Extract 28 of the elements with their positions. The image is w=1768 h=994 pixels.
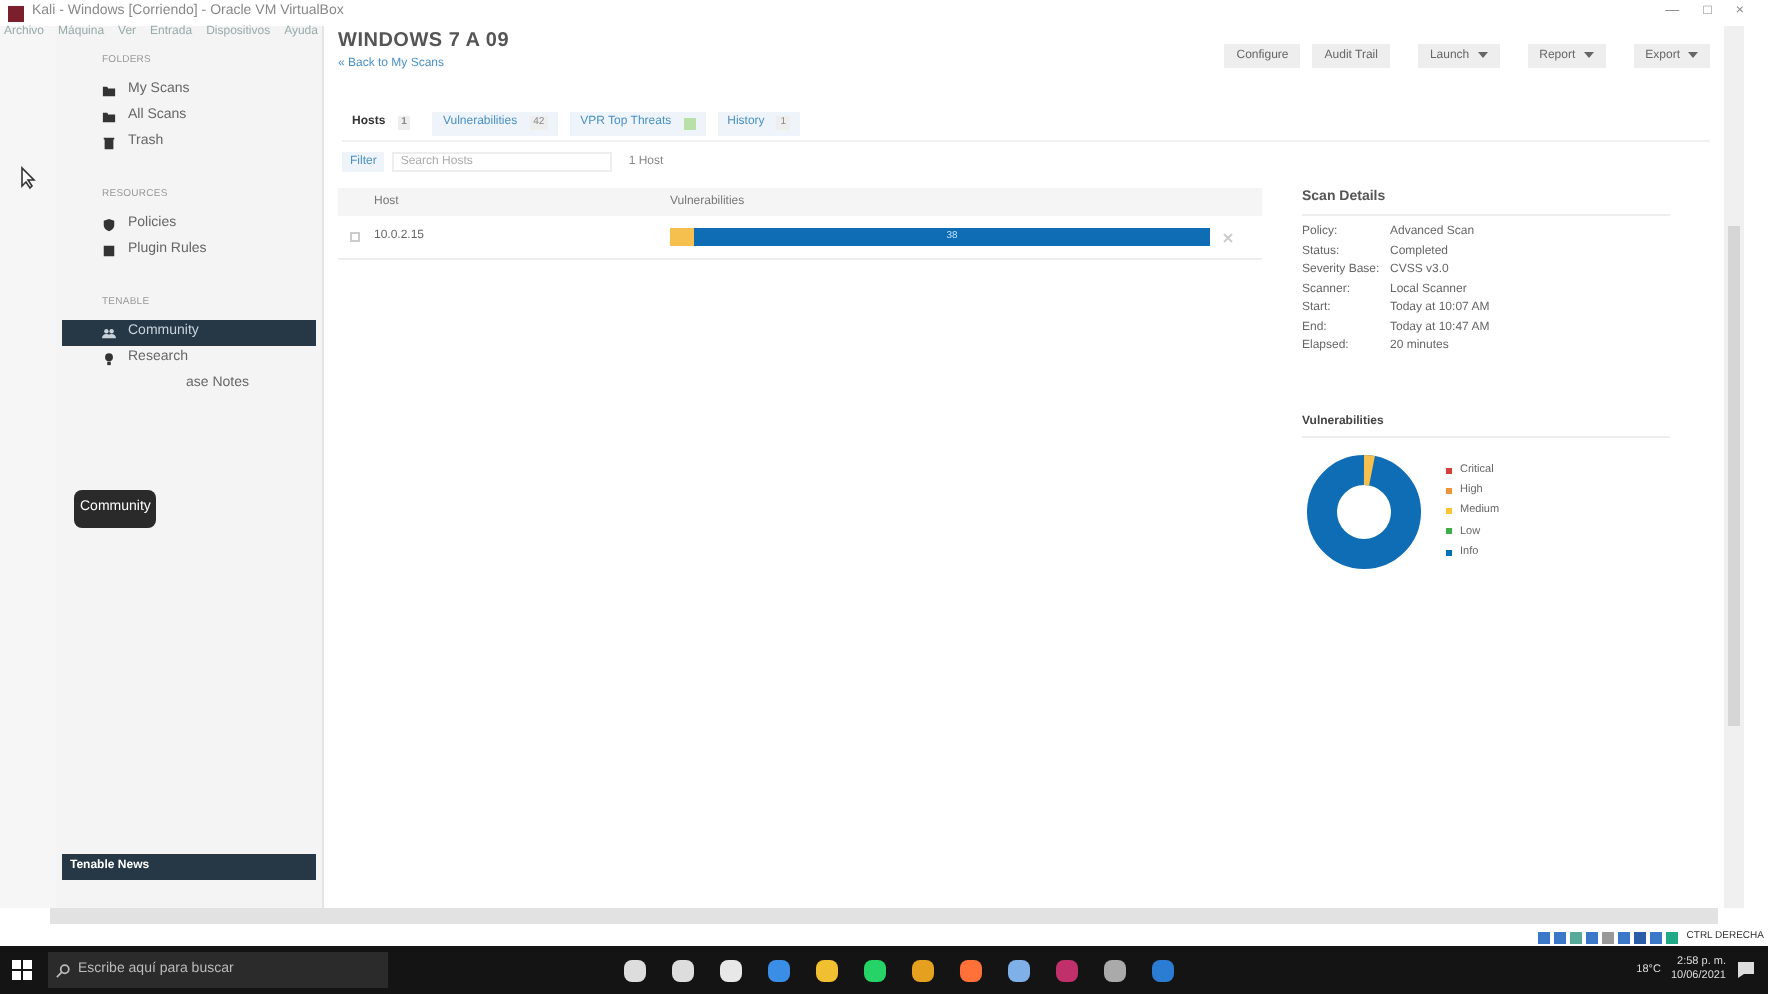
donut-chart-drawing: [1302, 449, 1426, 573]
taskbar-app-icon[interactable]: [672, 959, 694, 981]
medium-bar-segment: [670, 228, 694, 246]
page-title: WINDOWS 7 A 09: [338, 28, 510, 56]
list-icon: [102, 244, 116, 258]
cursor-icon: [19, 166, 37, 190]
status-badge: [683, 117, 696, 129]
horizontal-scrollbar[interactable]: [50, 908, 1718, 924]
caret-icon: [1688, 52, 1698, 60]
row-checkbox[interactable]: [350, 232, 360, 242]
notification-icon[interactable]: [1736, 960, 1756, 980]
caret-icon: [1583, 52, 1594, 60]
app-icon: [8, 5, 24, 21]
taskbar-app-icon[interactable]: [1104, 959, 1126, 981]
taskbar-app-icon[interactable]: [912, 959, 934, 981]
shield-icon: [102, 218, 116, 232]
people-icon: [102, 326, 116, 340]
trash-icon: [102, 136, 116, 150]
taskbar-app-icon[interactable]: [816, 959, 838, 981]
caret-icon: [1477, 52, 1488, 60]
search-icon: [56, 963, 70, 977]
taskbar-app-icon[interactable]: [720, 959, 742, 981]
taskbar-app-icon[interactable]: [960, 959, 982, 981]
lightbulb-icon: [102, 352, 116, 366]
taskbar-app-icon[interactable]: [624, 959, 646, 981]
taskbar-app-icon[interactable]: [864, 959, 886, 981]
taskbar-app-icon[interactable]: [1008, 959, 1030, 981]
windows-icon[interactable]: [12, 960, 32, 980]
